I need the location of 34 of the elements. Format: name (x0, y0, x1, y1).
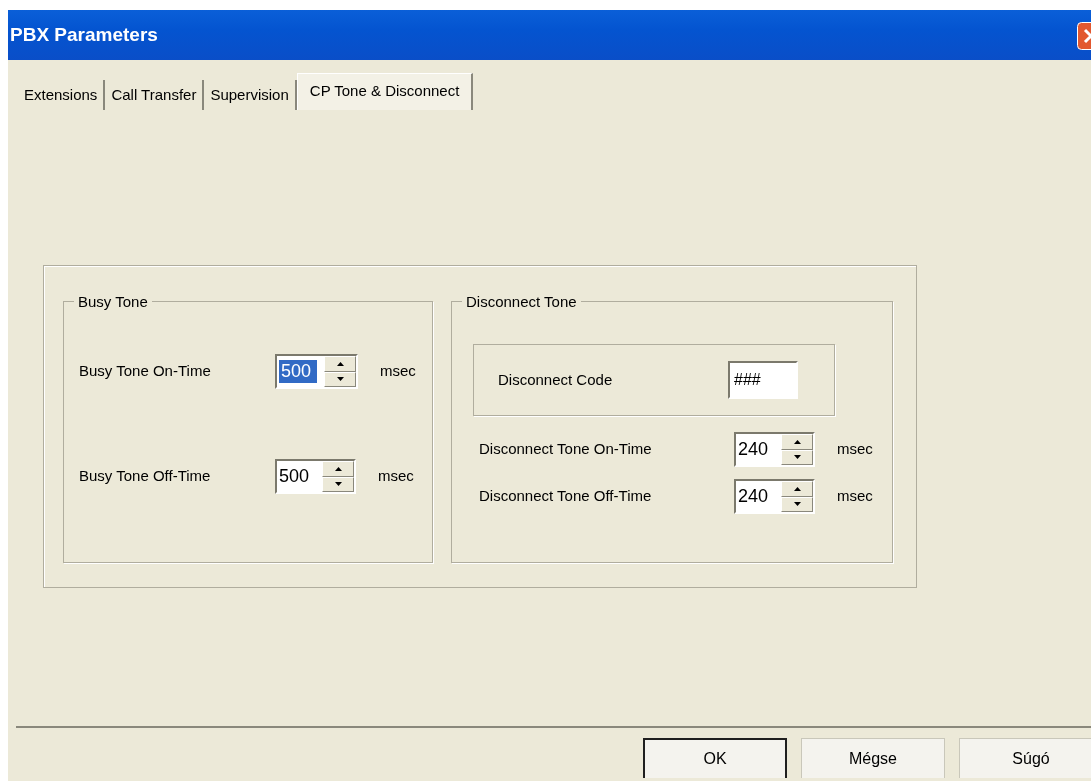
spin-up-button[interactable] (322, 461, 354, 477)
number-field[interactable]: 500 (279, 360, 317, 383)
down-caret-icon (793, 455, 801, 460)
tab[interactable]: Extensions (18, 79, 106, 110)
spin-up-button[interactable] (324, 356, 356, 372)
field-label: Disconnect Code (498, 369, 614, 390)
dialog-button[interactable]: Mégse (801, 738, 945, 778)
unit-label: msec (837, 486, 873, 507)
unit-label: msec (380, 361, 416, 382)
down-caret-icon (336, 377, 344, 382)
spin-box[interactable]: 500 (275, 459, 356, 494)
field-label: Disconnect Tone On-Time (479, 439, 653, 460)
up-caret-icon (334, 466, 342, 471)
spin-box[interactable]: 240 (734, 479, 815, 514)
window-title: PBX Parameters (10, 22, 158, 47)
tab[interactable]: Call Transfer (105, 79, 205, 110)
field-label: Disconnect Tone Off-Time (479, 486, 653, 507)
spin-up-button[interactable] (781, 434, 813, 450)
tab[interactable]: CP Tone & Disconnect (296, 72, 474, 110)
down-caret-icon (793, 502, 801, 507)
spin-box[interactable]: 500 (275, 354, 358, 389)
code-field[interactable]: ### (728, 361, 798, 399)
up-caret-icon (793, 486, 801, 491)
unit-label: msec (378, 466, 414, 487)
up-caret-icon (336, 361, 344, 366)
spin-up-button[interactable] (781, 481, 813, 497)
dialog-button[interactable]: Súgó (959, 738, 1091, 778)
up-caret-icon (793, 439, 801, 444)
field-label: Busy Tone On-Time (79, 361, 212, 382)
dialog-button[interactable]: OK (643, 738, 787, 778)
spin-box[interactable]: 240 (734, 432, 815, 467)
unit-label: msec (837, 439, 873, 460)
down-caret-icon (334, 482, 342, 487)
field-label: Busy Tone Off-Time (79, 466, 212, 487)
